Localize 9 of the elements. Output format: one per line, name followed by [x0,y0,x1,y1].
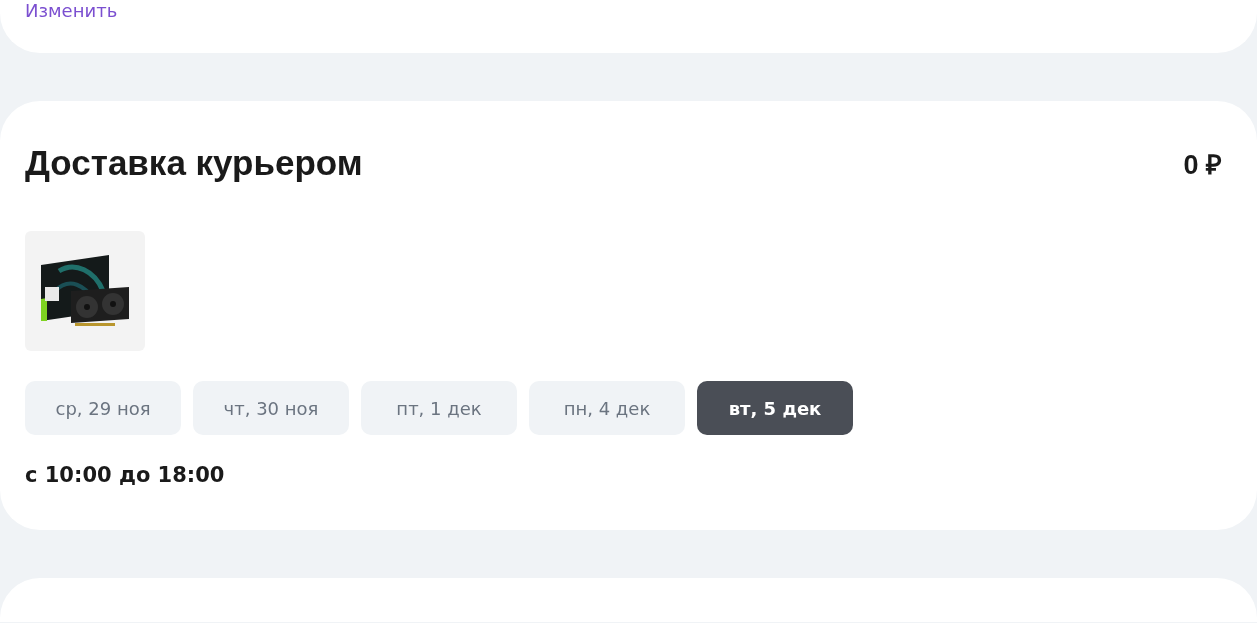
date-chip[interactable]: ср, 29 ноя [25,381,181,435]
date-chip[interactable]: вт, 5 дек [697,381,853,435]
date-chip[interactable]: пн, 4 дек [529,381,685,435]
date-chip[interactable]: чт, 30 ноя [193,381,349,435]
section-title: Доставка курьером [25,143,363,183]
delivery-time: с 10:00 до 18:00 [25,463,226,487]
change-link[interactable]: Изменить [25,0,118,22]
delivery-price: 0 ₽ [1183,148,1222,182]
date-chip[interactable]: пт, 1 дек [361,381,517,435]
